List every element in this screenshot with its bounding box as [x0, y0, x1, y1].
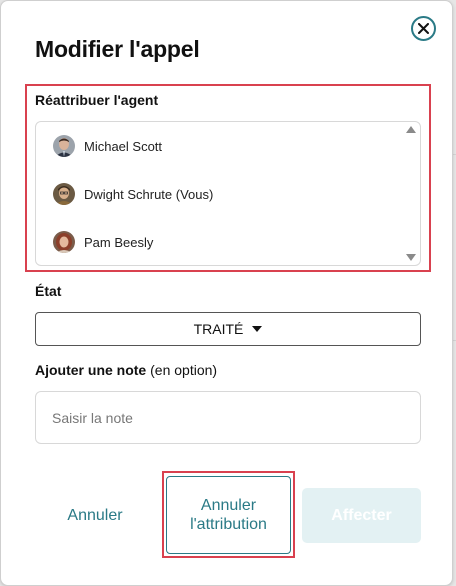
status-label: État [35, 283, 62, 299]
agent-item-dwight-schrute[interactable]: Dwight Schrute (Vous) [53, 183, 213, 205]
scroll-down-arrow[interactable] [406, 254, 416, 261]
close-icon [418, 23, 429, 34]
agent-name: Michael Scott [84, 138, 163, 154]
close-button[interactable] [411, 16, 436, 41]
agent-list[interactable]: Michael Scott Dwight Schrute (Vous) Pam … [35, 121, 421, 266]
edit-call-modal: Modifier l'appel Réattribuer l'agent Mic… [0, 0, 453, 586]
agent-name: Pam Beesly [84, 234, 154, 250]
note-label-text: Ajouter une note [35, 362, 147, 378]
agent-name: Dwight Schrute (Vous) [84, 186, 214, 202]
reassign-label: Réattribuer l'agent [35, 92, 159, 108]
status-value: TRAITÉ [193, 321, 244, 337]
cancel-button[interactable]: Annuler [55, 501, 135, 531]
unassign-button[interactable]: Annuler l'attribution [166, 476, 291, 554]
pam-avatar [53, 231, 75, 253]
note-label: Ajouter une note (en option) [35, 362, 217, 378]
modal-title: Modifier l'appel [35, 36, 200, 62]
agent-item-pam-beesly[interactable]: Pam Beesly [53, 231, 153, 253]
caret-down-icon [252, 326, 263, 332]
michael-avatar [53, 135, 75, 157]
note-input[interactable] [35, 391, 421, 444]
scroll-up-arrow[interactable] [406, 126, 416, 133]
assign-button[interactable]: Affecter [302, 488, 421, 543]
agent-item-michael-scott[interactable]: Michael Scott [53, 135, 162, 157]
note-optional-text: (en option) [150, 362, 218, 378]
status-dropdown[interactable]: TRAITÉ [35, 312, 421, 346]
dwight-avatar [53, 183, 75, 205]
